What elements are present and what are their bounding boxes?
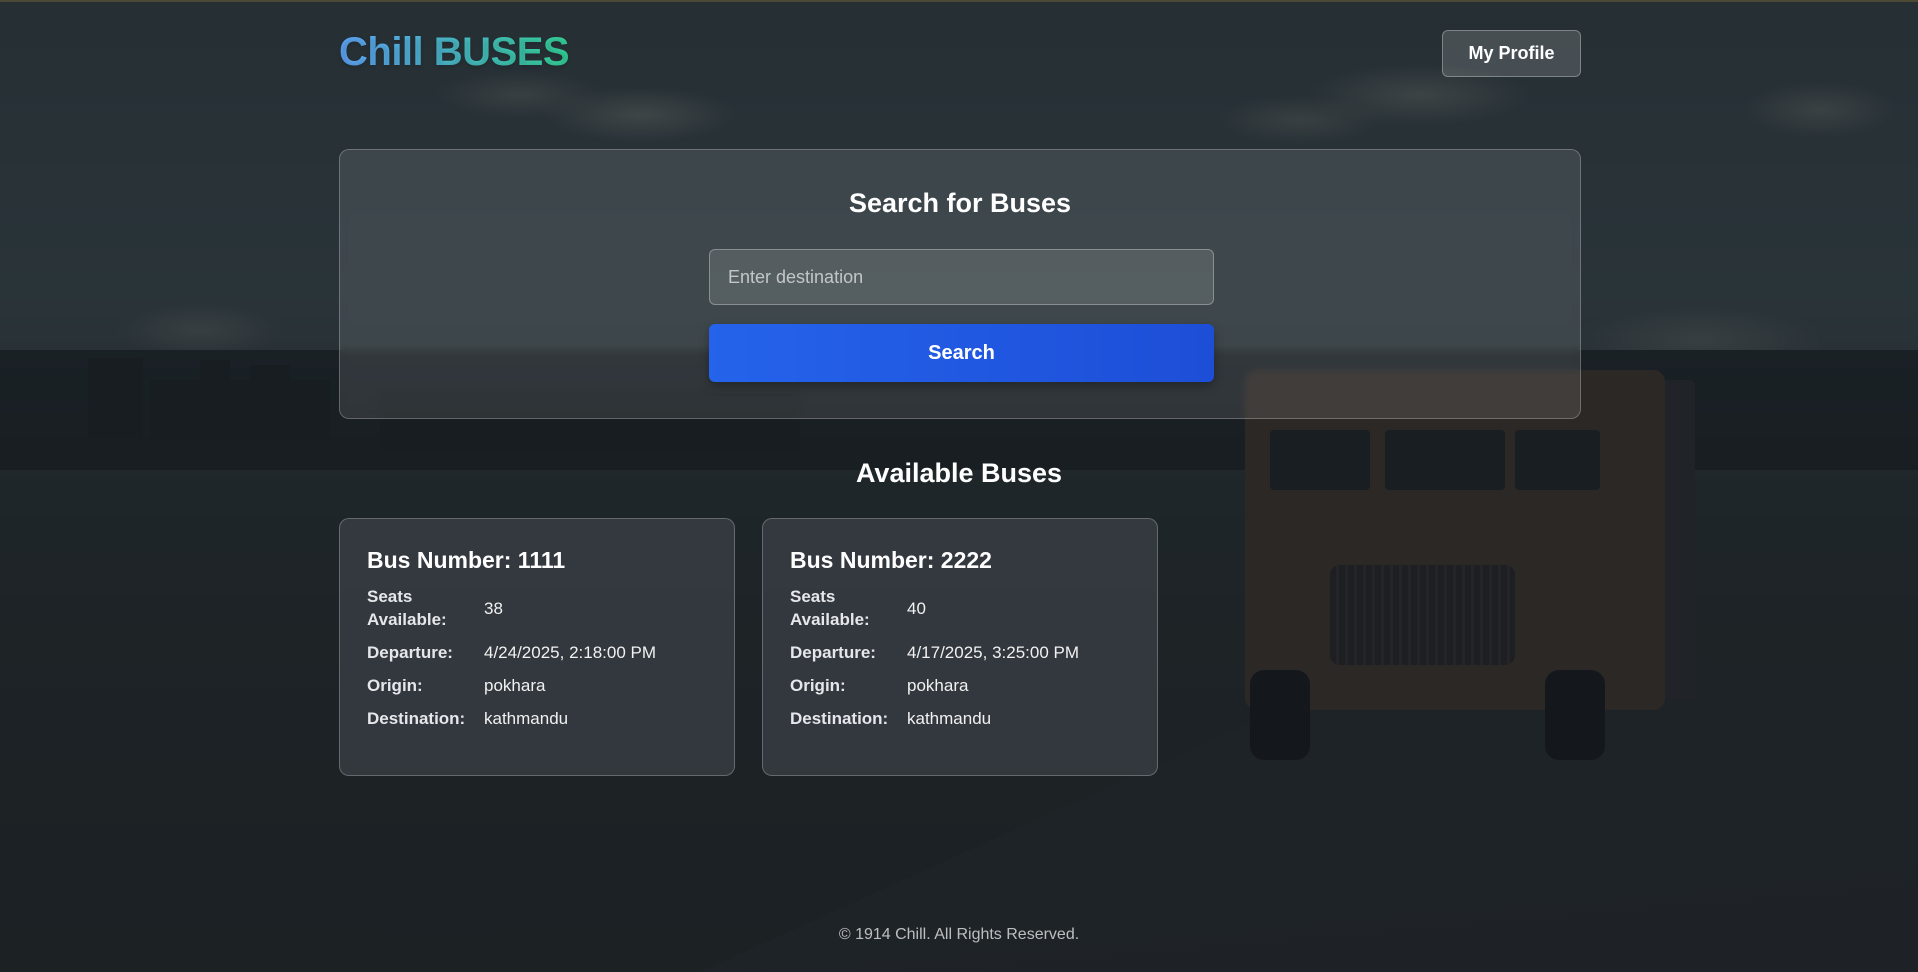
bus-card: Bus Number: 2222 Seats Available: 40 Dep…: [762, 518, 1158, 776]
logo-text-buses: BUSES: [433, 30, 570, 74]
search-title: Search for Buses: [848, 188, 1072, 218]
bus-number: Bus Number: 2222: [790, 547, 992, 573]
logo-text-chill: Chill: [339, 30, 424, 74]
origin-row: Origin: pokhara: [367, 675, 707, 698]
my-profile-button[interactable]: My Profile: [1442, 30, 1581, 77]
destination-row: Destination: kathmandu: [790, 708, 1130, 731]
origin-row: Origin: pokhara: [790, 675, 1130, 698]
destination-input[interactable]: [709, 249, 1214, 305]
seats-label: Seats Available:: [790, 587, 870, 629]
destination-row: Destination: kathmandu: [367, 708, 707, 731]
available-buses-title: Available Buses: [855, 458, 1063, 488]
destination-value: kathmandu: [907, 709, 992, 729]
bus-card: Bus Number: 1111 Seats Available: 38 Dep…: [339, 518, 735, 776]
seats-row: Seats Available: 40: [790, 586, 1130, 632]
destination-label: Destination:: [367, 708, 466, 728]
search-button[interactable]: Search: [709, 324, 1214, 382]
origin-label: Origin:: [790, 675, 846, 695]
seats-value: 38: [484, 598, 503, 618]
departure-row: Departure: 4/24/2025, 2:18:00 PM: [367, 642, 707, 665]
destination-label: Destination:: [790, 708, 889, 728]
destination-value: kathmandu: [484, 709, 569, 729]
footer-copyright: © 1914 Chill. All Rights Reserved.: [838, 926, 1080, 943]
seats-label: Seats Available:: [367, 587, 447, 629]
departure-label: Departure:: [367, 642, 453, 662]
departure-label: Departure:: [790, 642, 876, 662]
origin-value: pokhara: [907, 676, 969, 696]
departure-value: 4/17/2025, 3:25:00 PM: [907, 643, 1080, 663]
top-border: [0, 0, 1918, 2]
search-panel: Search for Buses Search: [339, 149, 1581, 419]
origin-value: pokhara: [484, 676, 546, 696]
app-logo[interactable]: Chill BUSES: [339, 30, 570, 75]
seats-row: Seats Available: 38: [367, 586, 707, 632]
origin-label: Origin:: [367, 675, 423, 695]
departure-value: 4/24/2025, 2:18:00 PM: [484, 643, 657, 663]
bus-number: Bus Number: 1111: [367, 547, 566, 573]
seats-value: 40: [907, 598, 926, 618]
departure-row: Departure: 4/17/2025, 3:25:00 PM: [790, 642, 1130, 665]
